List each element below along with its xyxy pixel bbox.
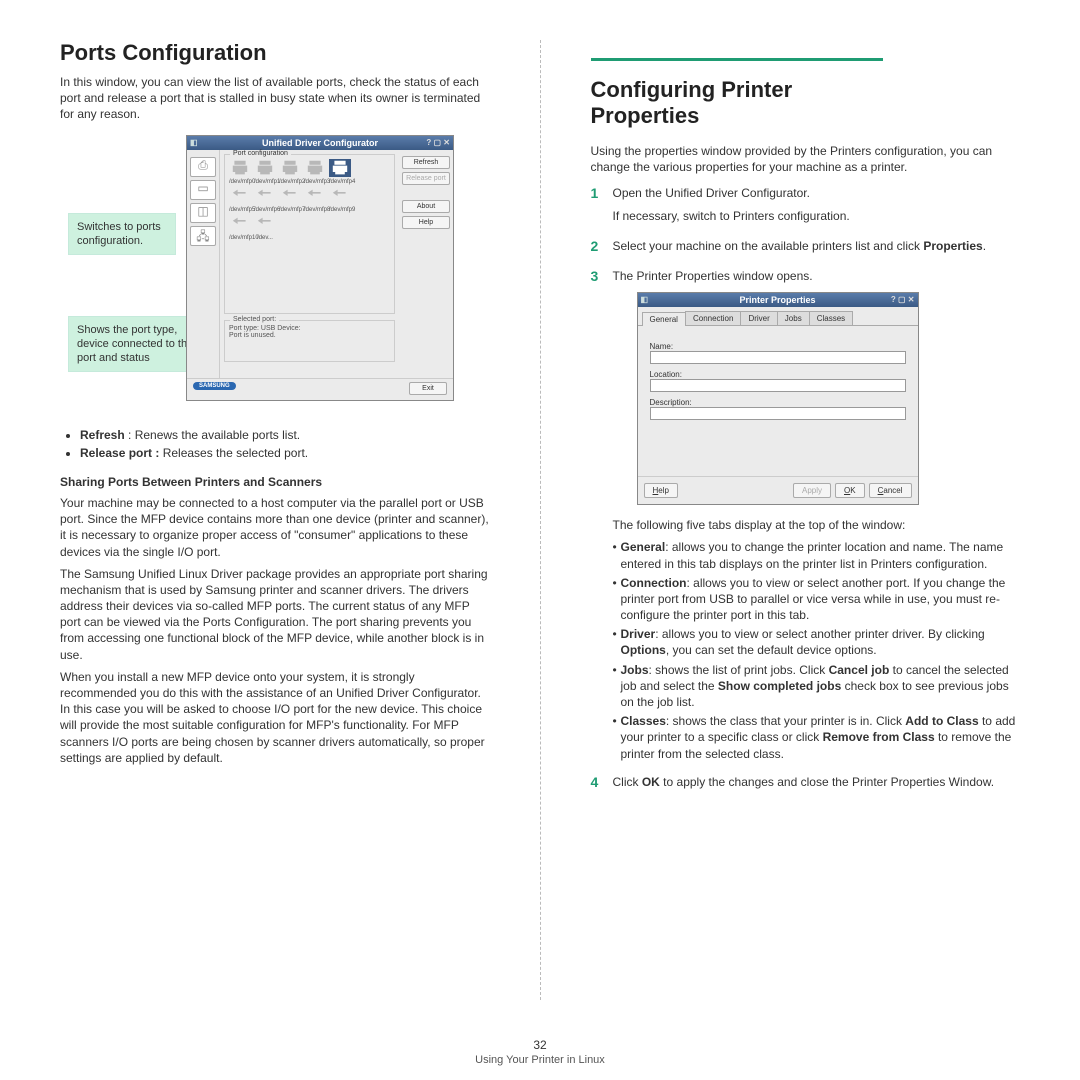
printer-icon[interactable] — [329, 159, 351, 177]
name-label: Name: — [650, 342, 906, 351]
app-icon: ◧ — [190, 138, 198, 147]
usb-icon[interactable] — [229, 215, 251, 233]
sharing-para2: The Samsung Unified Linux Driver package… — [60, 566, 490, 663]
refresh-button[interactable]: Refresh — [402, 156, 450, 169]
description-label: Description: — [650, 398, 906, 407]
app-icon: ◧ — [641, 295, 649, 304]
unified-driver-dialog: ◧ Unified Driver Configurator ? ▢ ✕ ⎙ ▭ ◫ … — [186, 135, 454, 401]
apply-button[interactable]: Apply — [793, 483, 831, 498]
help-button[interactable]: Help — [644, 483, 678, 498]
cancel-button[interactable]: Cancel — [869, 483, 912, 498]
usb-icon[interactable] — [229, 187, 251, 205]
step-num-2: 2 — [591, 238, 603, 254]
location-label: Location: — [650, 370, 906, 379]
selected-port-box: Selected port: Port type: USB Device: Po… — [224, 320, 395, 362]
ports-bullets: Refresh : Renews the available ports lis… — [80, 427, 490, 461]
right-heading: Configuring Printer Properties — [591, 58, 883, 129]
sharing-para1: Your machine may be connected to a host … — [60, 495, 490, 560]
description-field[interactable] — [650, 407, 906, 420]
window-controls[interactable]: ? ▢ ✕ — [891, 295, 915, 304]
step-num-3: 3 — [591, 268, 603, 284]
printer-properties-dialog: ◧Printer Properties? ▢ ✕ General Connect… — [637, 292, 919, 505]
sidebar-port-icon[interactable]: 🖧 — [190, 226, 216, 246]
sidebar-class-icon[interactable]: ◫ — [190, 203, 216, 223]
printer-icon[interactable] — [304, 159, 326, 177]
port-grid: Port configuration /dev/mfp0 /dev/mfp1 — [224, 154, 395, 314]
tab-general[interactable]: General — [642, 312, 686, 326]
samsung-brand: SAMSUNG — [193, 382, 409, 398]
tab-jobs[interactable]: Jobs — [777, 311, 810, 325]
column-divider — [540, 40, 541, 1000]
usb-icon[interactable] — [254, 187, 276, 205]
sharing-para3: When you install a new MFP device onto y… — [60, 669, 490, 766]
sidebar-scanner-icon[interactable]: ▭ — [190, 180, 216, 200]
usb-icon[interactable] — [279, 187, 301, 205]
step-num-1: 1 — [591, 185, 603, 201]
left-intro: In this window, you can view the list of… — [60, 74, 490, 123]
exit-button[interactable]: Exit — [409, 382, 447, 395]
steps-list: 1 Open the Unified Driver Configurator. … — [591, 185, 1021, 796]
tab-connection[interactable]: Connection — [685, 311, 741, 325]
port-config-legend: Port configuration — [230, 150, 291, 157]
ports-config-figure: Switches to ports configuration. Shows a… — [60, 135, 490, 409]
right-intro: Using the properties window provided by … — [591, 143, 1021, 175]
tab-driver[interactable]: Driver — [740, 311, 777, 325]
name-field[interactable] — [650, 351, 906, 364]
printer-icon[interactable] — [254, 159, 276, 177]
printer-icon[interactable] — [229, 159, 251, 177]
dialog-title: Unified Driver Configurator — [262, 138, 378, 148]
step-num-4: 4 — [591, 774, 603, 790]
tab-descriptions: General: allows you to change the printe… — [613, 539, 1021, 761]
dialog-sidebar: ⎙ ▭ ◫ 🖧 — [187, 150, 220, 378]
tabs-intro: The following five tabs display at the t… — [613, 517, 1021, 533]
callout-switches: Switches to ports configuration. — [68, 213, 176, 256]
location-field[interactable] — [650, 379, 906, 392]
usb-icon[interactable] — [304, 187, 326, 205]
usb-icon[interactable] — [329, 187, 351, 205]
left-heading: Ports Configuration — [60, 40, 490, 66]
usb-icon[interactable] — [254, 215, 276, 233]
page-footer: 32 Using Your Printer in Linux — [0, 1038, 1080, 1066]
sharing-heading: Sharing Ports Between Printers and Scann… — [60, 475, 490, 489]
tab-classes[interactable]: Classes — [809, 311, 853, 325]
printer-icon[interactable] — [279, 159, 301, 177]
release-port-button[interactable]: Release port — [402, 172, 450, 185]
ok-button[interactable]: OK — [835, 483, 865, 498]
about-button[interactable]: About — [402, 200, 450, 213]
window-controls[interactable]: ? ▢ ✕ — [426, 138, 450, 147]
sidebar-printer-icon[interactable]: ⎙ — [190, 157, 216, 177]
help-button[interactable]: Help — [402, 216, 450, 229]
